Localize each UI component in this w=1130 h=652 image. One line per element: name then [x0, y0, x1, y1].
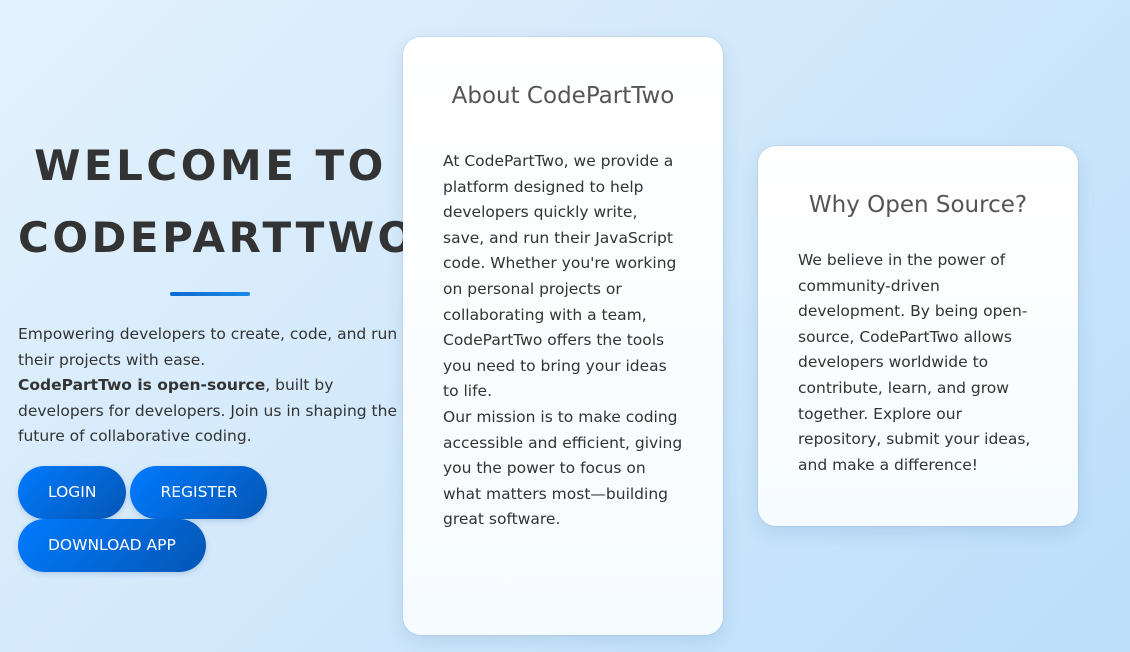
hero-section: WELCOME TO CODEPARTTWO Empowering develo…	[18, 130, 417, 572]
about-paragraph-1: At CodePartTwo, we provide a platform de…	[443, 152, 677, 401]
why-open-source-card: Why Open Source? We believe in the power…	[758, 146, 1078, 526]
about-card: About CodePartTwo At CodePartTwo, we pro…	[403, 37, 723, 635]
about-paragraph-2: Our mission is to make coding accessible…	[443, 407, 683, 529]
hero-divider	[170, 292, 250, 296]
hero-open-source-strong: CodePartTwo is open-source	[18, 376, 266, 395]
login-button[interactable]: LOGIN	[18, 465, 127, 519]
about-card-body: At CodePartTwo, we provide a platform de…	[443, 149, 683, 533]
about-card-title: About CodePartTwo	[451, 83, 675, 109]
download-app-button[interactable]: DOWNLOAD APP	[18, 518, 206, 572]
why-card-body: We believe in the power of community-dri…	[798, 248, 1038, 478]
hero-intro: Empowering developers to create, code, a…	[18, 325, 398, 369]
auth-buttons: LOGIN REGISTER	[18, 465, 403, 519]
why-card-title: Why Open Source?	[808, 192, 1028, 218]
download-buttons: DOWNLOAD APP	[18, 518, 403, 572]
hero-title: WELCOME TO CODEPARTTWO	[18, 130, 417, 274]
hero-title-line-2: CODEPARTTWO	[18, 213, 417, 262]
register-button[interactable]: REGISTER	[130, 465, 268, 519]
why-paragraph: We believe in the power of community-dri…	[798, 251, 1031, 474]
hero-description: Empowering developers to create, code, a…	[18, 322, 403, 450]
hero-title-line-1: WELCOME TO	[34, 141, 387, 190]
